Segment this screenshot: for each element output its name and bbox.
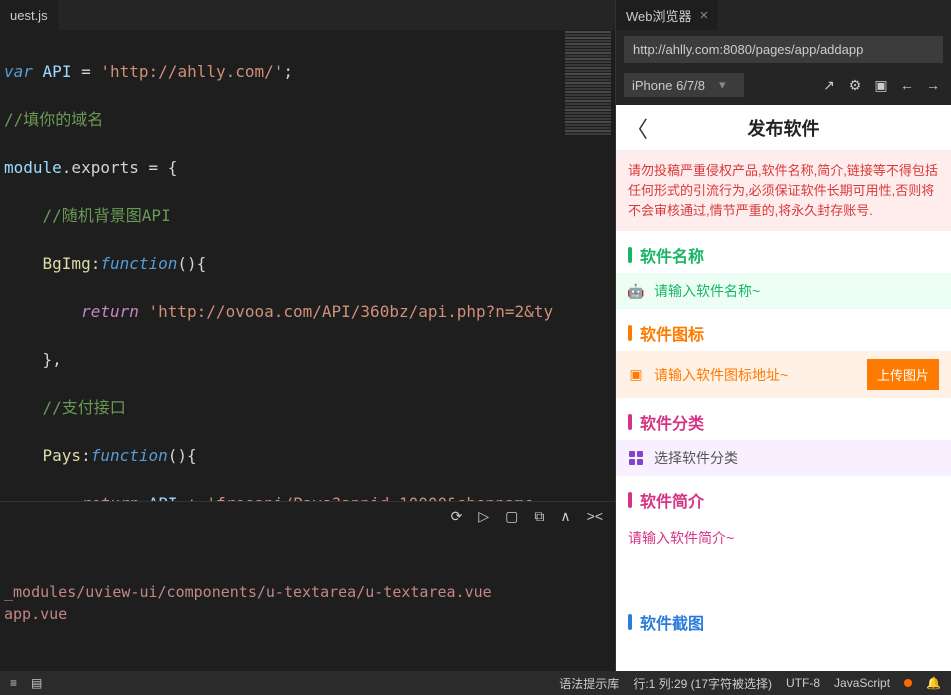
mobile-viewport: 〈 发布软件 请勿投稿严重侵权产品,软件名称,简介,链接等不得包括任何形式的引流… <box>616 105 951 671</box>
section-title-name: 软件名称 <box>616 231 951 273</box>
device-select[interactable]: iPhone 6/7/8 <box>624 73 744 97</box>
status-language[interactable]: JavaScript <box>834 676 890 690</box>
panel-close-icon[interactable]: >< <box>587 508 603 525</box>
section-title-category: 软件分类 <box>616 398 951 440</box>
status-bar: ≡ ▤ 语法提示库 行:1 列:29 (17字符被选择) UTF-8 JavaS… <box>0 671 951 695</box>
section-title-desc: 软件简介 <box>616 476 951 518</box>
web-preview-pane: Web浏览器 × iPhone 6/7/8 ↗ ⚙ ▣ ← → 〈 发布软件 请… <box>615 0 951 671</box>
status-menu-icon[interactable]: ≡ <box>10 676 17 690</box>
screenshot-icon[interactable]: ▣ <box>871 77 891 94</box>
status-syntax-hint[interactable]: 语法提示库 <box>559 675 619 692</box>
nav-back-icon[interactable]: ← <box>897 77 917 93</box>
status-encoding[interactable]: UTF-8 <box>786 676 820 690</box>
editor-tabbar: uest.js <box>0 0 615 30</box>
editor-pane: uest.js var API = 'http://ahlly.com/'; /… <box>0 0 615 671</box>
close-icon[interactable]: × <box>700 7 709 24</box>
section-title-icon: 软件图标 <box>616 309 951 351</box>
status-bell-icon[interactable]: 🔔 <box>926 676 941 690</box>
mobile-header: 〈 发布软件 <box>616 105 951 151</box>
output-panel: ⟳ ▷ ▢ ⧉ ∧ >< _modules/uview-ui/component… <box>0 501 615 671</box>
page-title: 发布软件 <box>748 115 820 141</box>
settings-icon[interactable]: ⚙ <box>845 77 865 94</box>
section-title-screenshot: 软件截图 <box>616 598 951 640</box>
nav-forward-icon[interactable]: → <box>923 77 943 93</box>
android-icon: 🤖 <box>628 283 644 299</box>
status-sync-icon[interactable] <box>904 679 912 687</box>
grid-icon <box>628 450 644 466</box>
upload-image-button[interactable]: 上传图片 <box>867 359 939 390</box>
image-icon: ▣ <box>628 367 644 383</box>
panel-content[interactable]: _modules/uview-ui/components/u-textarea/… <box>0 531 615 671</box>
software-icon-input[interactable]: ▣ 请输入软件图标地址~ 上传图片 <box>616 351 951 398</box>
status-terminal-icon[interactable]: ▤ <box>31 676 42 690</box>
preview-tab[interactable]: Web浏览器 × <box>616 0 718 30</box>
warning-banner: 请勿投稿严重侵权产品,软件名称,简介,链接等不得包括任何形式的引流行为,必须保证… <box>616 151 951 231</box>
open-external-icon[interactable]: ↗ <box>819 77 839 94</box>
software-name-input[interactable]: 🤖 请输入软件名称~ <box>616 273 951 309</box>
back-icon[interactable]: 〈 <box>626 112 648 144</box>
code-editor[interactable]: var API = 'http://ahlly.com/'; //填你的域名 m… <box>0 30 560 501</box>
status-cursor-position[interactable]: 行:1 列:29 (17字符被选择) <box>633 675 772 692</box>
minimap[interactable] <box>560 30 615 501</box>
url-input[interactable] <box>624 36 943 63</box>
editor-tab[interactable]: uest.js <box>0 0 58 30</box>
software-desc-input[interactable]: 请输入软件简介~ <box>616 518 951 558</box>
panel-image-icon[interactable]: ⧉ <box>534 508 544 525</box>
panel-sync-icon[interactable]: ⟳ <box>451 508 463 525</box>
panel-play-icon[interactable]: ▷ <box>478 508 489 525</box>
software-category-select[interactable]: 选择软件分类 <box>616 440 951 476</box>
panel-stop-icon[interactable]: ▢ <box>505 508 518 525</box>
panel-collapse-icon[interactable]: ∧ <box>560 508 570 525</box>
